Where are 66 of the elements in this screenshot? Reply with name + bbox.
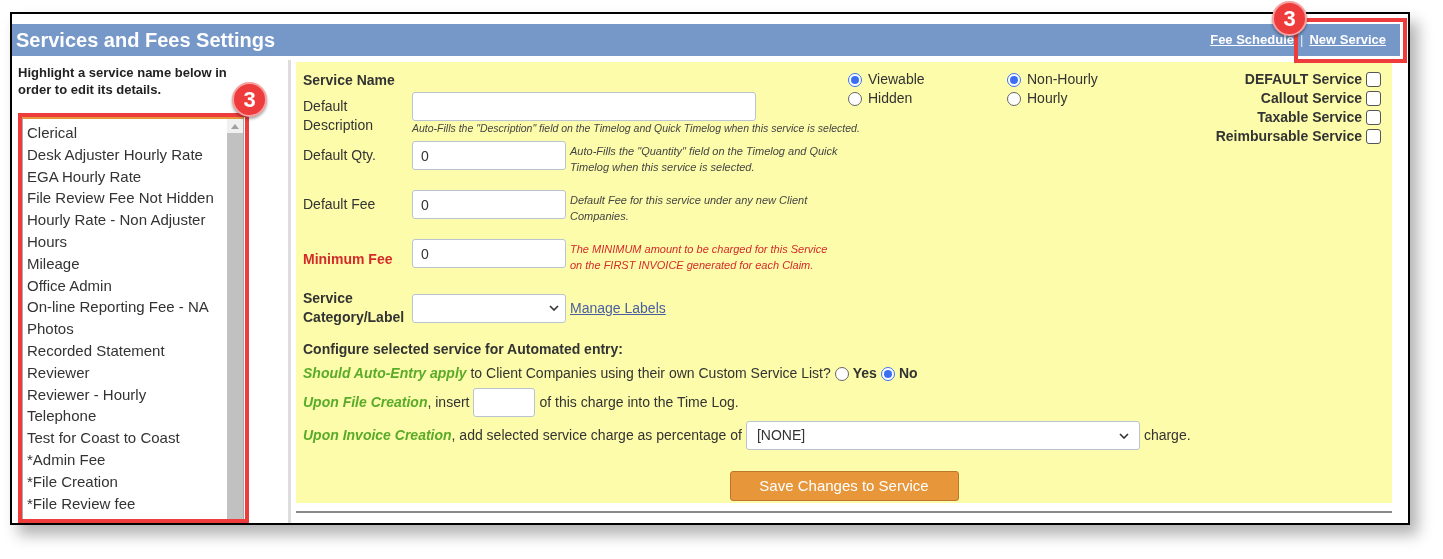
radio-button[interactable] [1007,72,1021,87]
radio-button[interactable] [1007,91,1021,106]
chevron-down-icon [1118,432,1129,439]
list-item[interactable]: EGA Hourly Rate [27,165,227,188]
callout-badge: 3 [1272,1,1307,36]
list-item[interactable]: Photos [27,318,227,340]
list-item[interactable]: Hours [27,231,227,253]
list-item[interactable]: Clerical [27,122,227,144]
field-label: Minimum Fee [303,250,394,269]
input-field[interactable]: 0 [412,239,566,268]
radio-label: Hourly [1027,89,1068,108]
checkbox-label: Callout Service [1260,89,1362,108]
field-label: Service Category/Label [303,289,406,327]
radio-button[interactable] [834,366,849,381]
chevron-down-icon [549,305,559,311]
list-item[interactable]: Reviewer [27,361,227,384]
instruction-text: charge. [1143,426,1191,445]
hint-text: Auto-Fills the "Description" field on the Timelog and Quick Timelog when this service is selected. [412,121,860,135]
list-item[interactable]: Desk Adjuster Hourly Rate [27,143,227,166]
hint-text: Default Fee for this service under any new Client Companies. [570,193,809,224]
list-item[interactable]: *Admin Fee [27,448,227,471]
input-field[interactable] [412,92,756,121]
page-title: Services and Fees Settings [16,28,275,53]
radio-button[interactable] [880,366,895,381]
manage-labels-link[interactable]: Manage Labels [570,297,666,319]
list-item[interactable]: Office Admin [27,274,227,297]
radio-label: Hidden [868,89,913,108]
list-item[interactable]: Test for Coast to Coast [27,427,227,449]
checkbox[interactable] [1366,91,1381,106]
radio-button[interactable] [848,72,862,87]
checkbox-label: DEFAULT Service [1244,70,1362,89]
section-heading: Configure selected service for Automated entry: [303,340,624,359]
hint-text: Auto-Fills the "Quantity" field on the Timelog and Quick Timelog when this service is selected. [570,144,839,175]
question-text: Should Auto-Entry apply to Client Companies using their own Custom Service List? [303,364,831,383]
list-item[interactable]: Recorded Statement [27,339,227,362]
radio-label: Viewable [868,70,925,89]
field-label: Default Fee [303,195,377,214]
hint-text: The MINIMUM amount to be charged for this Service on the FIRST INVOICE generated for each Claim. [570,242,829,273]
list-item[interactable]: File Review Fee Not Hidden [27,187,227,210]
field-label: Default Qty. [303,146,377,165]
input-field[interactable]: 0 [412,190,566,219]
radio-button[interactable] [848,91,862,106]
list-item[interactable]: *File Creation [27,470,227,493]
list-item[interactable]: Mileage [27,252,227,275]
input-field[interactable] [473,388,536,417]
percentage-dropdown[interactable]: [NONE] [745,421,1140,450]
checkbox[interactable] [1366,110,1381,125]
checkbox[interactable] [1366,72,1381,87]
radio-label: Yes [852,364,877,383]
checkbox-label: Taxable Service [1257,108,1362,127]
radio-label: No [898,364,918,383]
list-item[interactable]: Hourly Rate - Non Adjuster [27,209,227,231]
instruction-text: Highlight a service name below in order to edit its details. [18,64,228,98]
input-field[interactable]: 0 [412,141,566,170]
instruction-text: Upon Invoice Creation, add selected service charge as percentage of [303,426,742,445]
list-item[interactable]: On-line Reporting Fee - NA [27,296,227,319]
instruction-text: Upon File Creation, insert [303,393,470,412]
checkbox-label: Reimbursable Service [1215,127,1362,146]
list-item[interactable]: Telephone [27,405,227,428]
field-label: Default Description [303,97,375,135]
list-item[interactable]: Reviewer - Hourly [27,383,227,406]
checkbox[interactable] [1366,129,1381,144]
radio-label: Non-Hourly [1027,70,1098,89]
instruction-text: of this charge into the Time Log. [539,393,739,412]
field-label: Service Name [303,71,396,88]
list-item[interactable]: *File Review fee [27,492,227,515]
